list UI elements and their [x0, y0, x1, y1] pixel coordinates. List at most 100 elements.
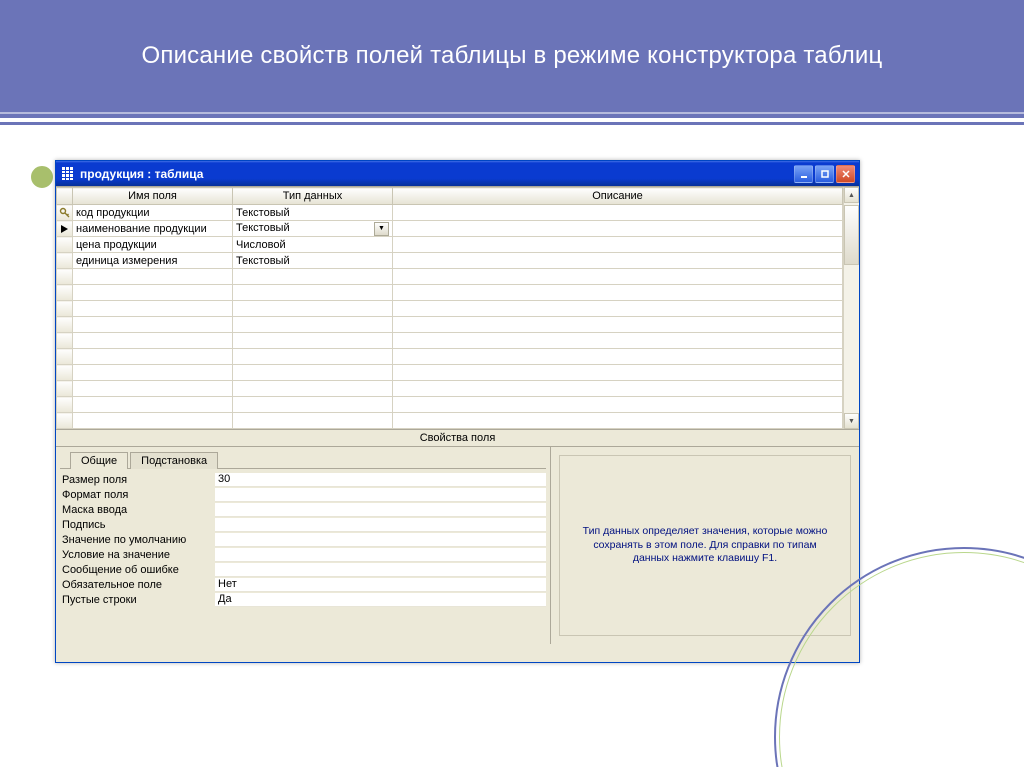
property-value[interactable] — [215, 563, 546, 577]
property-label: Обязательное поле — [60, 579, 215, 591]
scroll-up-button[interactable]: ▲ — [844, 187, 859, 203]
slide: Описание свойств полей таблицы в режиме … — [0, 0, 1024, 767]
property-row: Маска ввода — [60, 502, 546, 517]
data-type-cell[interactable] — [233, 397, 393, 413]
data-type-cell[interactable]: Текстовый — [233, 253, 393, 269]
field-name-cell[interactable]: код продукции — [73, 205, 233, 221]
data-type-cell[interactable] — [233, 285, 393, 301]
row-selector[interactable] — [57, 285, 73, 301]
field-name-cell[interactable] — [73, 413, 233, 429]
datatype-dropdown-button[interactable]: ▼ — [374, 222, 389, 236]
data-type-cell[interactable] — [233, 349, 393, 365]
description-cell[interactable] — [393, 237, 843, 253]
col-fieldname[interactable]: Имя поля — [73, 188, 233, 205]
description-cell[interactable] — [393, 253, 843, 269]
description-cell[interactable] — [393, 301, 843, 317]
data-type-cell[interactable] — [233, 381, 393, 397]
table-row[interactable] — [57, 301, 843, 317]
description-cell[interactable] — [393, 349, 843, 365]
table-row[interactable] — [57, 317, 843, 333]
description-cell[interactable] — [393, 381, 843, 397]
property-value[interactable] — [215, 503, 546, 517]
vertical-scrollbar[interactable]: ▲ ▼ — [843, 187, 859, 429]
table-row[interactable]: цена продукцииЧисловой — [57, 237, 843, 253]
data-type-cell[interactable] — [233, 333, 393, 349]
property-value[interactable] — [215, 488, 546, 502]
row-selector[interactable] — [57, 301, 73, 317]
property-value[interactable]: 30 — [215, 473, 546, 487]
table-row[interactable] — [57, 349, 843, 365]
description-cell[interactable] — [393, 285, 843, 301]
field-name-cell[interactable]: наименование продукции — [73, 221, 233, 237]
field-name-cell[interactable] — [73, 397, 233, 413]
row-selector[interactable] — [57, 317, 73, 333]
property-value[interactable]: Да — [215, 593, 546, 607]
row-selector[interactable] — [57, 381, 73, 397]
field-name-cell[interactable] — [73, 333, 233, 349]
minimize-button[interactable] — [794, 165, 813, 183]
row-selector[interactable] — [57, 269, 73, 285]
data-type-cell[interactable] — [233, 413, 393, 429]
row-selector[interactable] — [57, 333, 73, 349]
scroll-track[interactable] — [844, 203, 859, 413]
table-row[interactable] — [57, 285, 843, 301]
table-row[interactable] — [57, 269, 843, 285]
close-button[interactable] — [836, 165, 855, 183]
titlebar[interactable]: продукция : таблица — [56, 161, 859, 186]
property-value[interactable] — [215, 533, 546, 547]
tab-general[interactable]: Общие — [70, 452, 128, 469]
description-cell[interactable] — [393, 365, 843, 381]
field-name-cell[interactable] — [73, 317, 233, 333]
property-value[interactable]: Нет — [215, 578, 546, 592]
table-row[interactable]: код продукцииТекстовый — [57, 205, 843, 221]
row-selector[interactable] — [57, 205, 73, 221]
field-name-cell[interactable]: единица измерения — [73, 253, 233, 269]
table-row[interactable]: единица измеренияТекстовый — [57, 253, 843, 269]
table-row[interactable] — [57, 397, 843, 413]
description-cell[interactable] — [393, 269, 843, 285]
table-row[interactable] — [57, 333, 843, 349]
row-selector[interactable] — [57, 253, 73, 269]
table-row[interactable]: наименование продукцииТекстовый▼ — [57, 221, 843, 237]
field-name-cell[interactable] — [73, 269, 233, 285]
description-cell[interactable] — [393, 317, 843, 333]
row-selector[interactable] — [57, 365, 73, 381]
scroll-down-button[interactable]: ▼ — [844, 413, 859, 429]
tab-lookup[interactable]: Подстановка — [130, 452, 218, 469]
row-selector[interactable] — [57, 237, 73, 253]
col-description[interactable]: Описание — [393, 188, 843, 205]
row-selector[interactable] — [57, 413, 73, 429]
data-type-cell[interactable] — [233, 301, 393, 317]
property-row: Сообщение об ошибке — [60, 562, 546, 577]
description-cell[interactable] — [393, 205, 843, 221]
maximize-button[interactable] — [815, 165, 834, 183]
field-name-cell[interactable] — [73, 349, 233, 365]
table-row[interactable] — [57, 413, 843, 429]
properties-pane: Общие Подстановка Размер поля30Формат по… — [56, 447, 551, 644]
row-selector[interactable] — [57, 397, 73, 413]
scroll-thumb[interactable] — [844, 205, 859, 265]
data-type-cell[interactable]: Числовой — [233, 237, 393, 253]
row-selector[interactable] — [57, 221, 73, 237]
col-rowselector[interactable] — [57, 188, 73, 205]
data-type-cell[interactable]: Текстовый▼ — [233, 221, 393, 237]
property-value[interactable] — [215, 548, 546, 562]
table-row[interactable] — [57, 381, 843, 397]
description-cell[interactable] — [393, 413, 843, 429]
data-type-cell[interactable] — [233, 317, 393, 333]
field-name-cell[interactable] — [73, 365, 233, 381]
description-cell[interactable] — [393, 397, 843, 413]
data-type-cell[interactable]: Текстовый — [233, 205, 393, 221]
data-type-cell[interactable] — [233, 269, 393, 285]
field-name-cell[interactable] — [73, 381, 233, 397]
field-name-cell[interactable] — [73, 285, 233, 301]
field-name-cell[interactable] — [73, 301, 233, 317]
description-cell[interactable] — [393, 333, 843, 349]
col-datatype[interactable]: Тип данных — [233, 188, 393, 205]
field-name-cell[interactable]: цена продукции — [73, 237, 233, 253]
data-type-cell[interactable] — [233, 365, 393, 381]
table-row[interactable] — [57, 365, 843, 381]
row-selector[interactable] — [57, 349, 73, 365]
property-value[interactable] — [215, 518, 546, 532]
description-cell[interactable] — [393, 221, 843, 237]
